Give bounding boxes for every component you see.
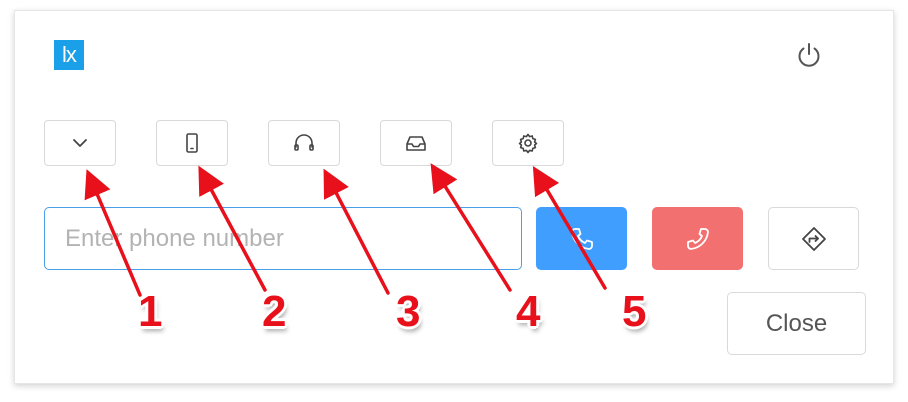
lx-logo: lx [54, 40, 84, 70]
phone-number-input[interactable] [44, 207, 522, 270]
transfer-button[interactable] [768, 207, 859, 270]
mobile-device-button[interactable] [156, 120, 228, 166]
annotation-label-5: 5 [622, 287, 647, 336]
chevron-down-icon [73, 139, 87, 147]
headset-button[interactable] [268, 120, 340, 166]
close-button[interactable]: Close [727, 292, 866, 355]
power-button[interactable] [792, 38, 826, 72]
call-button[interactable] [536, 207, 627, 270]
inbox-button[interactable] [380, 120, 452, 166]
dropdown-toggle-button[interactable] [44, 120, 116, 166]
phone-call-icon [570, 227, 593, 250]
annotation-label-3: 3 [396, 287, 421, 336]
gear-icon [518, 133, 538, 154]
headset-icon [294, 134, 314, 151]
settings-button[interactable] [492, 120, 564, 166]
inbox-icon [406, 136, 426, 151]
annotation-label-4: 4 [516, 287, 541, 336]
phone-hangup-icon [686, 227, 709, 250]
mobile-phone-icon [186, 133, 198, 153]
hangup-button[interactable] [652, 207, 743, 270]
power-icon [798, 43, 820, 67]
annotation-label-2: 2 [262, 287, 287, 336]
annotation-label-1: 1 [138, 287, 163, 336]
transfer-direction-icon [801, 226, 826, 251]
